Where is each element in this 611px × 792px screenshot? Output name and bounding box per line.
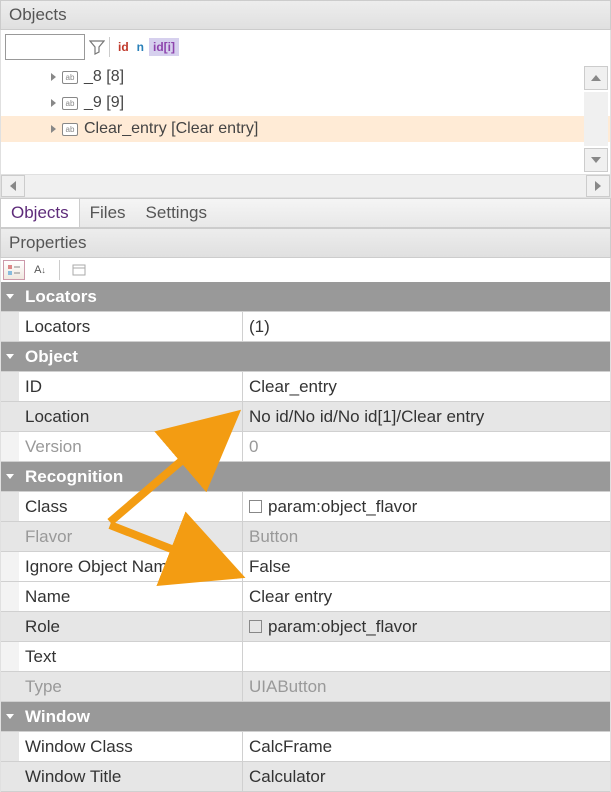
properties-panel-header: Properties: [0, 228, 611, 258]
tab-settings[interactable]: Settings: [136, 199, 217, 227]
property-value: Button: [249, 527, 298, 547]
scroll-left-button[interactable]: [1, 175, 25, 197]
category-object[interactable]: Object: [1, 342, 610, 372]
property-value: param:object_flavor: [268, 617, 417, 637]
property-row[interactable]: Locators (1): [1, 312, 610, 342]
expand-icon[interactable]: [51, 99, 56, 107]
property-key: Text: [19, 642, 243, 671]
property-key: Flavor: [19, 522, 243, 551]
tree-item-label: _8 [8]: [84, 68, 124, 86]
scroll-right-button[interactable]: [586, 175, 610, 197]
property-key: Window Title: [19, 762, 243, 791]
tree-item-label: _9 [9]: [84, 94, 124, 112]
categorized-button[interactable]: [3, 260, 25, 280]
tab-bar: Objects Files Settings: [0, 198, 611, 228]
alphabetical-button[interactable]: A↓: [29, 260, 51, 280]
objects-panel-header: Objects: [0, 0, 611, 30]
chip-id[interactable]: id: [115, 38, 132, 56]
property-key: ID: [19, 372, 243, 401]
property-row[interactable]: Version 0: [1, 432, 610, 462]
object-icon: ab: [62, 71, 78, 84]
scroll-down-button[interactable]: [584, 148, 608, 172]
property-value: Calculator: [249, 767, 326, 787]
tree-item-label: Clear_entry [Clear entry]: [84, 120, 258, 138]
property-value: No id/No id/No id[1]/Clear entry: [249, 407, 484, 427]
property-key: Class: [19, 492, 243, 521]
prop-toolbar-divider: [59, 260, 60, 280]
chip-idi[interactable]: id[i]: [149, 38, 179, 56]
objects-toolbar: id n id[i]: [0, 30, 611, 64]
collapse-icon[interactable]: [6, 294, 14, 302]
tab-files[interactable]: Files: [80, 199, 136, 227]
property-value: param:object_flavor: [268, 497, 417, 517]
property-key: Type: [19, 672, 243, 701]
filter-icon[interactable]: [89, 39, 105, 55]
property-key: Role: [19, 612, 243, 641]
property-row[interactable]: Type UIAButton: [1, 672, 610, 702]
category-label: Locators: [19, 282, 103, 311]
property-value: (1): [249, 317, 270, 337]
chip-n[interactable]: n: [134, 38, 147, 56]
property-key: Name: [19, 582, 243, 611]
category-locators[interactable]: Locators: [1, 282, 610, 312]
object-tree[interactable]: ab _8 [8] ab _9 [9] ab Clear_entry [Clear ent…: [0, 64, 611, 174]
property-key: Version: [19, 432, 243, 461]
scroll-up-button[interactable]: [584, 66, 608, 90]
property-row[interactable]: Flavor Button: [1, 522, 610, 552]
property-grid[interactable]: LocatorsLocators (1) ObjectID Clear_entry Lo…: [0, 282, 611, 792]
scroll-track[interactable]: [584, 92, 608, 146]
properties-toolbar: A↓: [0, 258, 611, 282]
property-value: Clear_entry: [249, 377, 337, 397]
tree-item[interactable]: ab Clear_entry [Clear entry]: [1, 116, 610, 142]
collapse-icon[interactable]: [6, 354, 14, 362]
property-row[interactable]: Window Class CalcFrame: [1, 732, 610, 762]
property-row[interactable]: ID Clear_entry: [1, 372, 610, 402]
expand-icon[interactable]: [51, 73, 56, 81]
tree-item[interactable]: ab _8 [8]: [1, 64, 610, 90]
search-input[interactable]: [5, 34, 85, 60]
property-value: 0: [249, 437, 258, 457]
property-row[interactable]: Ignore Object Name False: [1, 552, 610, 582]
property-pages-button[interactable]: [68, 260, 90, 280]
checkbox[interactable]: [249, 620, 262, 633]
property-row[interactable]: Role param:object_flavor: [1, 612, 610, 642]
category-label: Recognition: [19, 462, 129, 491]
checkbox[interactable]: [249, 500, 262, 513]
tree-item[interactable]: ab _9 [9]: [1, 90, 610, 116]
property-row[interactable]: Name Clear entry: [1, 582, 610, 612]
category-recognition[interactable]: Recognition: [1, 462, 610, 492]
object-icon: ab: [62, 123, 78, 136]
property-row[interactable]: Class param:object_flavor: [1, 492, 610, 522]
property-key: Ignore Object Name: [19, 552, 243, 581]
object-icon: ab: [62, 97, 78, 110]
tab-objects[interactable]: Objects: [1, 199, 80, 227]
property-row[interactable]: Text: [1, 642, 610, 672]
property-key: Locators: [19, 312, 243, 341]
category-label: Object: [19, 342, 84, 371]
horizontal-scrollbar[interactable]: [0, 174, 611, 198]
collapse-icon[interactable]: [6, 714, 14, 722]
property-key: Window Class: [19, 732, 243, 761]
property-row[interactable]: Window Title Calculator: [1, 762, 610, 792]
collapse-icon[interactable]: [6, 474, 14, 482]
property-value: CalcFrame: [249, 737, 332, 757]
property-value: False: [249, 557, 291, 577]
property-key: Location: [19, 402, 243, 431]
expand-icon[interactable]: [51, 125, 56, 133]
category-window[interactable]: Window: [1, 702, 610, 732]
property-value: Clear entry: [249, 587, 332, 607]
property-row[interactable]: Location No id/No id/No id[1]/Clear entry: [1, 402, 610, 432]
toolbar-divider: [109, 37, 110, 57]
property-value: UIAButton: [249, 677, 327, 697]
hscroll-track[interactable]: [25, 175, 586, 197]
category-label: Window: [19, 702, 96, 731]
